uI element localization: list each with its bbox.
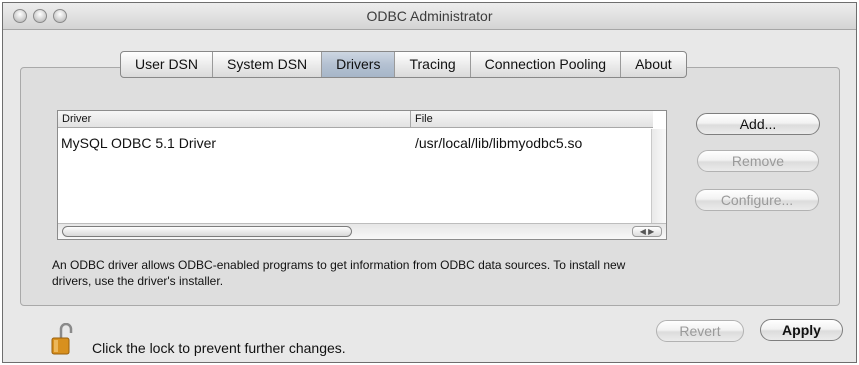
- column-header-driver[interactable]: Driver: [58, 111, 411, 128]
- horizontal-scroll-thumb[interactable]: [62, 226, 352, 237]
- tab-about[interactable]: About: [621, 52, 686, 77]
- driver-file-cell: /usr/local/lib/libmyodbc5.so: [415, 135, 583, 151]
- add-button[interactable]: Add...: [696, 113, 820, 135]
- tab-tracing[interactable]: Tracing: [395, 52, 471, 77]
- revert-button[interactable]: Revert: [656, 320, 744, 342]
- lock-status-text: Click the lock to prevent further change…: [92, 340, 346, 356]
- tab-connection-pooling[interactable]: Connection Pooling: [471, 52, 622, 77]
- tab-bar: User DSN System DSN Drivers Tracing Conn…: [120, 51, 687, 78]
- tab-drivers[interactable]: Drivers: [322, 52, 396, 77]
- drivers-description: An ODBC driver allows ODBC-enabled progr…: [52, 258, 626, 288]
- title-bar: ODBC Administrator: [3, 3, 856, 30]
- scroll-arrows-icon[interactable]: ◀ ▶: [632, 226, 662, 237]
- remove-button[interactable]: Remove: [697, 150, 819, 172]
- window-title: ODBC Administrator: [366, 8, 493, 24]
- tab-system-dsn[interactable]: System DSN: [213, 52, 323, 77]
- padlock-open-icon[interactable]: [51, 322, 73, 355]
- configure-button[interactable]: Configure...: [695, 189, 819, 211]
- vertical-scrollbar[interactable]: [651, 129, 666, 223]
- column-header-file[interactable]: File: [411, 111, 653, 128]
- horizontal-scrollbar[interactable]: ◀ ▶: [58, 223, 666, 239]
- drivers-list[interactable]: Driver File MySQL ODBC 5.1 Driver /usr/l…: [57, 110, 667, 240]
- tab-user-dsn[interactable]: User DSN: [121, 52, 214, 77]
- apply-button[interactable]: Apply: [760, 319, 843, 341]
- driver-name-cell: MySQL ODBC 5.1 Driver: [61, 135, 217, 151]
